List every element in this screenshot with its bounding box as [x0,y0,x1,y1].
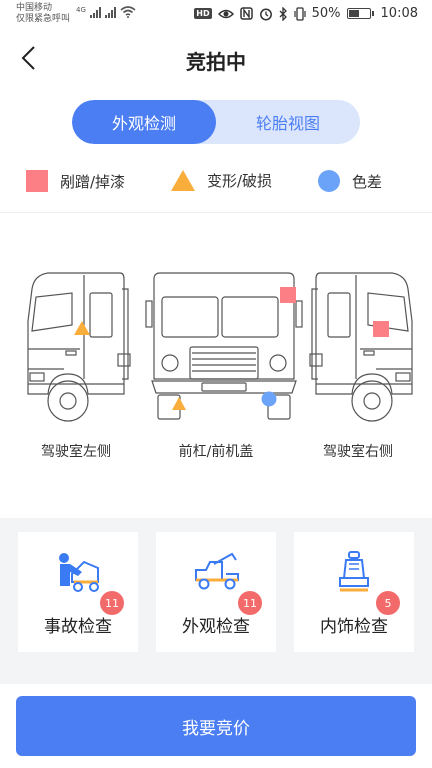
view-label-cab-right: 驾驶室右侧 [323,444,393,460]
color-diff-marker[interactable] [261,391,277,407]
accident-check-label: 事故检查 [44,617,112,637]
legend-label: 变形/破损 [207,172,273,190]
view-label-cab-left: 驾驶室左侧 [41,444,111,460]
clock: 10:08 [380,6,418,21]
alarm-icon [259,8,272,20]
battery-fill [348,10,359,17]
signal-icon [89,6,101,18]
legend-item-color-diff: 色差 [318,170,382,192]
scratch-marker[interactable] [373,321,389,337]
truck-right-side-image[interactable] [306,269,416,429]
car-seat-icon [339,551,369,592]
scratch-marker[interactable] [280,287,296,303]
hd-icon: HD [194,8,212,19]
scratch-square-icon [26,170,48,192]
tow-truck-icon [195,552,239,590]
view-label-front: 前杠/前机盖 [178,444,254,460]
signal-icon-2 [104,6,116,18]
network-icons: 4G [76,6,136,18]
carrier-info: 中国移动 仅限紧急呼叫 [16,3,70,25]
status-right: HD 50% 10:08 [194,6,418,21]
carrier-name: 中国移动 [16,3,53,13]
nav-bar: 竞拍中 [0,32,432,86]
legend-item-scratch: 剐蹭/掉漆 [26,170,125,192]
nfc-icon [239,7,253,20]
appearance-check-card[interactable]: 11 外观检查 [156,532,276,652]
battery-percent: 50% [311,6,341,21]
view-tabs: 外观检测 轮胎视图 [72,100,360,144]
place-bid-button[interactable]: 我要竞价 [16,696,416,756]
truck-diagram: 驾驶室左侧 前杠/前机盖 驾驶室右侧 [0,213,432,513]
page-title: 竞拍中 [186,50,246,74]
bluetooth-icon [279,6,287,21]
legend-item-deformation: 变形/破损 [171,170,272,191]
tab-appearance-inspection[interactable]: 外观检测 [72,100,216,144]
battery-icon [346,8,374,19]
legend-label: 色差 [352,172,383,191]
accident-check-card[interactable]: 11 事故检查 [18,532,138,652]
legend-label: 剐蹭/掉漆 [60,172,126,191]
vibrate-icon [294,6,306,21]
network-type: 4G [76,6,86,14]
eye-icon [217,9,234,18]
interior-check-card[interactable]: 5 内饰检查 [294,532,414,652]
color-diff-circle-icon [318,170,340,192]
deformation-marker[interactable] [172,397,186,410]
deformation-triangle-icon [171,170,195,191]
damage-legend: 剐蹭/掉漆 变形/破损 色差 [0,170,432,198]
appearance-check-label: 外观检查 [182,617,250,637]
carrier-status: 仅限紧急呼叫 [16,14,71,24]
truck-left-side-image[interactable] [24,269,134,429]
wifi-icon [120,6,136,18]
deformation-marker[interactable] [74,321,90,335]
truck-front-image[interactable] [144,269,304,429]
tab-tire-view[interactable]: 轮胎视图 [216,100,360,144]
interior-check-label: 内饰检查 [320,617,388,637]
mechanic-car-icon [59,553,99,592]
status-bar: 中国移动 仅限紧急呼叫 4G HD 50% 10:08 [0,0,432,32]
